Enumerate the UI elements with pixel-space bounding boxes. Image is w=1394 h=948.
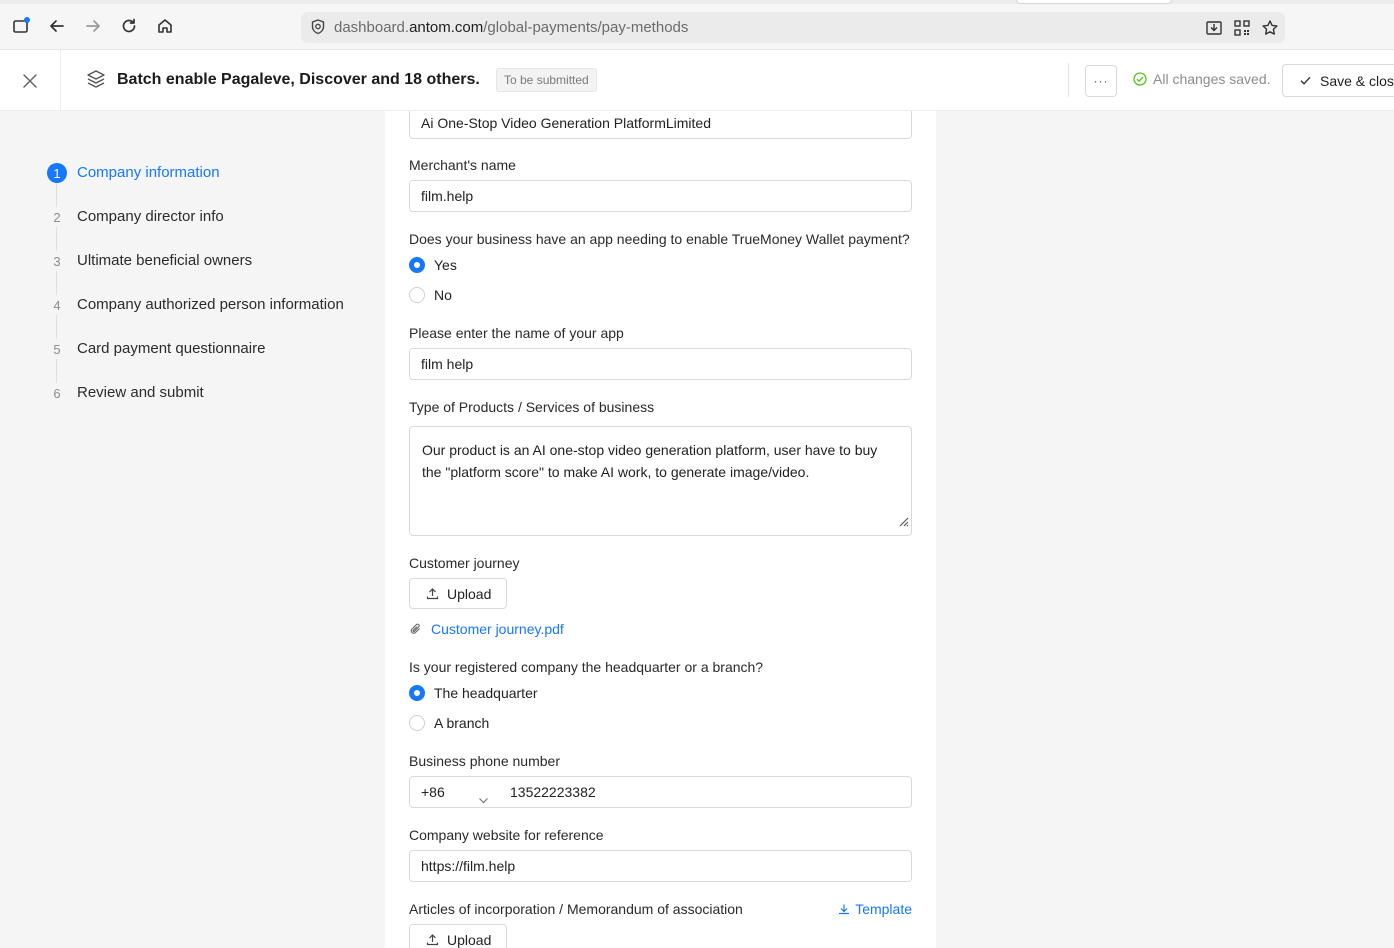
radio-label: No bbox=[434, 287, 452, 303]
products-textarea[interactable]: Our product is an AI one-stop video gene… bbox=[409, 426, 912, 536]
address-bar[interactable]: dashboard.antom.com/global-payments/pay-… bbox=[301, 12, 1285, 43]
company-name-input[interactable]: Ai One-Stop Video Generation PlatformLim… bbox=[409, 111, 912, 139]
bookmark-star-icon[interactable] bbox=[1260, 18, 1280, 38]
form-panel: Ai One-Stop Video Generation PlatformLim… bbox=[385, 111, 936, 948]
radio-app-no[interactable]: No bbox=[409, 287, 452, 303]
radio-button[interactable] bbox=[409, 257, 425, 273]
app-name-label: Please enter the name of your app bbox=[409, 325, 624, 341]
tab-strip bbox=[0, 0, 1394, 4]
step-number: 3 bbox=[47, 251, 67, 271]
steps-nav: 1 Company information 2 Company director… bbox=[47, 163, 377, 427]
website-label: Company website for reference bbox=[409, 827, 604, 843]
upload-icon bbox=[426, 588, 439, 600]
phone-label: Business phone number bbox=[409, 753, 560, 769]
app-question-label: Does your business have an app needing t… bbox=[409, 231, 910, 247]
step-company-director-info[interactable]: 2 Company director info bbox=[47, 207, 377, 251]
step-number: 6 bbox=[47, 383, 67, 403]
check-circle-icon bbox=[1133, 72, 1147, 86]
close-button[interactable] bbox=[0, 50, 61, 111]
step-label: Company information bbox=[77, 164, 220, 181]
products-label: Type of Products / Services of business bbox=[409, 399, 655, 415]
radio-button[interactable] bbox=[409, 685, 425, 701]
layers-icon bbox=[86, 69, 106, 94]
upload-label: Upload bbox=[447, 931, 492, 948]
step-label: Company director info bbox=[77, 208, 224, 225]
reload-icon[interactable] bbox=[118, 15, 140, 37]
phone-country-code-select[interactable]: +86 bbox=[409, 776, 500, 808]
radio-button[interactable] bbox=[409, 715, 425, 731]
radio-branch[interactable]: A branch bbox=[409, 715, 489, 731]
step-label: Company authorized person information bbox=[77, 296, 344, 313]
step-label: Review and submit bbox=[77, 384, 204, 401]
merchant-name-label: Merchant's name bbox=[409, 157, 516, 173]
products-text: Our product is an AI one-stop video gene… bbox=[422, 442, 878, 480]
browser-tab[interactable] bbox=[1016, 0, 1172, 4]
step-label: Card payment questionnaire bbox=[77, 340, 266, 357]
download-icon[interactable] bbox=[1204, 18, 1224, 38]
radio-button[interactable] bbox=[409, 287, 425, 303]
template-download-link[interactable]: Template bbox=[838, 901, 912, 917]
upload-label: Upload bbox=[447, 585, 492, 602]
step-number: 2 bbox=[47, 207, 67, 227]
customer-journey-label: Customer journey bbox=[409, 555, 520, 571]
forward-icon[interactable] bbox=[82, 15, 104, 37]
merchant-name-input[interactable]: film.help bbox=[409, 180, 912, 212]
articles-label: Articles of incorporation / Memorandum o… bbox=[409, 901, 743, 917]
step-review-and-submit[interactable]: 6 Review and submit bbox=[47, 383, 377, 427]
more-options-button[interactable]: ··· bbox=[1085, 65, 1117, 97]
file-link[interactable]: Customer journey.pdf bbox=[431, 621, 564, 637]
app-header: Batch enable Pagaleve, Discover and 18 o… bbox=[0, 50, 1394, 111]
save-status-text: All changes saved. bbox=[1153, 71, 1271, 87]
app-name-input[interactable]: film help bbox=[409, 348, 912, 380]
step-company-information[interactable]: 1 Company information bbox=[47, 163, 377, 207]
resize-grip-icon[interactable] bbox=[897, 511, 909, 533]
radio-label: A branch bbox=[434, 715, 490, 731]
download-icon bbox=[839, 904, 850, 915]
page-title: Batch enable Pagaleve, Discover and 18 o… bbox=[117, 71, 480, 88]
step-ultimate-beneficial-owners[interactable]: 3 Ultimate beneficial owners bbox=[47, 251, 377, 295]
url-text[interactable]: dashboard.antom.com/global-payments/pay-… bbox=[334, 19, 688, 36]
step-authorized-person[interactable]: 4 Company authorized person information bbox=[47, 295, 377, 339]
home-icon[interactable] bbox=[154, 15, 176, 37]
check-icon bbox=[1300, 76, 1311, 85]
customer-journey-file[interactable]: Customer journey.pdf bbox=[409, 621, 564, 637]
country-code-value: +86 bbox=[421, 784, 445, 800]
site-security-icon[interactable] bbox=[309, 18, 327, 41]
save-status: All changes saved. bbox=[1133, 71, 1271, 87]
template-label: Template bbox=[855, 901, 912, 917]
url-domain: antom.com bbox=[409, 19, 484, 36]
save-close-label: Save & close bbox=[1320, 72, 1394, 89]
radio-app-yes[interactable]: Yes bbox=[409, 257, 457, 273]
header-divider bbox=[1068, 63, 1069, 97]
customer-journey-upload-button[interactable]: Upload bbox=[409, 578, 507, 609]
radio-label: Yes bbox=[434, 257, 457, 273]
tab-groups-icon[interactable] bbox=[10, 15, 32, 37]
radio-headquarter[interactable]: The headquarter bbox=[409, 685, 538, 701]
save-close-button[interactable]: Save & close bbox=[1282, 64, 1394, 97]
step-card-payment-questionnaire[interactable]: 5 Card payment questionnaire bbox=[47, 339, 377, 383]
phone-number-input[interactable]: 13522223382 bbox=[499, 776, 912, 808]
chevron-down-icon bbox=[478, 786, 489, 816]
articles-upload-button[interactable]: Upload bbox=[409, 924, 507, 948]
paperclip-icon bbox=[410, 623, 420, 634]
status-badge: To be submitted bbox=[496, 68, 597, 92]
back-icon[interactable] bbox=[46, 15, 68, 37]
step-number: 4 bbox=[47, 295, 67, 315]
step-number: 1 bbox=[47, 163, 67, 183]
browser-toolbar: dashboard.antom.com/global-payments/pay-… bbox=[0, 0, 1394, 50]
step-label: Ultimate beneficial owners bbox=[77, 252, 253, 269]
close-icon bbox=[23, 73, 37, 88]
url-path: /global-payments/pay-methods bbox=[483, 19, 689, 36]
upload-icon bbox=[426, 934, 439, 946]
url-subdomain: dashboard. bbox=[334, 19, 410, 36]
hq-question-label: Is your registered company the headquart… bbox=[409, 659, 764, 675]
website-input[interactable]: https://film.help bbox=[409, 850, 912, 882]
step-number: 5 bbox=[47, 339, 67, 359]
qr-code-icon[interactable] bbox=[1232, 18, 1252, 38]
radio-label: The headquarter bbox=[434, 685, 538, 701]
